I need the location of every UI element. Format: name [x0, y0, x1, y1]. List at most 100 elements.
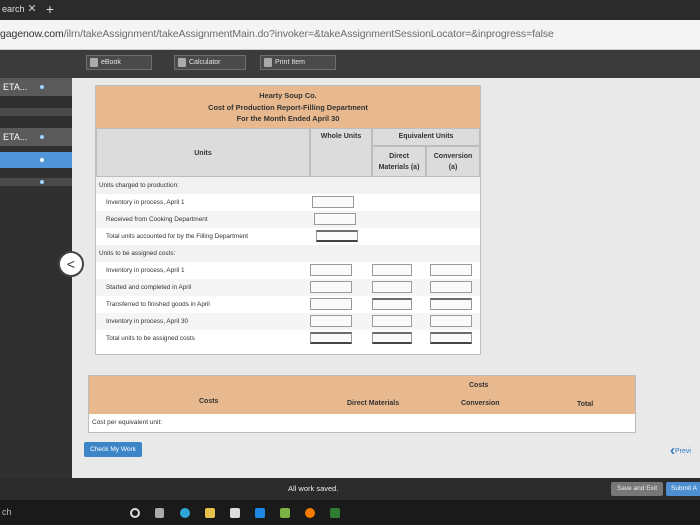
app-icon[interactable] — [280, 508, 290, 518]
costs-top-header: Costs — [89, 376, 635, 394]
status-dot-icon — [40, 180, 44, 184]
conversion-header: Conversion (a) — [426, 146, 480, 177]
edge-icon[interactable] — [180, 508, 190, 518]
costs-table: Costs Costs Direct Materials Conversion … — [88, 375, 636, 433]
status-bar: All work saved. Save and Exit Submit A — [0, 478, 700, 500]
company-name: Hearty Soup Co. — [259, 91, 317, 100]
units-column-header: Units — [96, 128, 310, 177]
table-row: Inventory in process, April 1 — [96, 262, 480, 279]
whole-units-started-completed-input[interactable] — [310, 281, 352, 293]
file-explorer-icon[interactable] — [205, 508, 215, 518]
report-header: Hearty Soup Co. Cost of Production Repor… — [96, 86, 480, 128]
ebook-label: eBook — [101, 59, 121, 66]
table-row: Received from Cooking Department — [96, 211, 480, 228]
whole-units-inventory-april1-input[interactable] — [312, 196, 354, 208]
print-item-button[interactable]: Print Item — [260, 55, 336, 70]
direct-materials-inventory-april30-input[interactable] — [372, 315, 412, 327]
sidebar-item-label: ETA... — [3, 132, 28, 142]
conversion-total-input[interactable] — [430, 332, 472, 344]
task-view-icon[interactable] — [155, 508, 164, 518]
conversion-inventory-april1-input[interactable] — [430, 264, 472, 276]
store-icon[interactable] — [230, 508, 240, 518]
conversion-label: Conversion — [433, 153, 473, 160]
sidebar-separator — [0, 108, 72, 116]
conversion-col-label: Conversion — [461, 400, 500, 407]
browser-tab-bar: earch ✕ + — [0, 0, 700, 20]
costs-col-label: Costs — [199, 398, 219, 405]
new-tab-icon[interactable]: + — [42, 1, 58, 17]
whole-units-inventory-april30-input[interactable] — [310, 315, 352, 327]
whole-units-transferred-input[interactable] — [310, 298, 352, 310]
report-period: For the Month Ended April 30 — [236, 114, 340, 123]
question-sidebar: ETA... ETA... — [0, 78, 72, 500]
assignment-toolbar: eBook Calculator Print Item — [0, 50, 700, 78]
print-icon — [264, 58, 272, 67]
print-label: Print Item — [275, 59, 305, 66]
conversion-transferred-input[interactable] — [430, 298, 472, 310]
report-title: Cost of Production Report-Filling Depart… — [208, 102, 368, 112]
direct-materials-transferred-input[interactable] — [372, 298, 412, 310]
url-path: /ilrn/takeAssignment/takeAssignmentMain.… — [63, 28, 554, 40]
row-label: Inventory in process, April 30 — [106, 318, 189, 325]
previous-button[interactable]: ‹Previ — [670, 443, 700, 459]
section-units-assigned: Units to be assigned costs: — [96, 245, 480, 262]
table-row: Total units to be assigned costs — [96, 330, 480, 347]
row-label: Started and completed in April — [106, 284, 192, 291]
conversion-started-completed-input[interactable] — [430, 281, 472, 293]
whole-units-total-assigned-input[interactable] — [310, 332, 352, 344]
row-label: Received from Cooking Department — [106, 216, 208, 223]
chevron-left-icon[interactable]: < — [58, 251, 84, 277]
submit-button[interactable]: Submit A — [666, 482, 700, 496]
whole-units-inventory-april1-assigned-input[interactable] — [310, 264, 352, 276]
sidebar-item-active[interactable] — [0, 152, 72, 168]
save-and-exit-button[interactable]: Save and Exit — [611, 482, 663, 496]
ebook-button[interactable]: eBook — [86, 55, 152, 70]
direct-materials-total-input[interactable] — [372, 332, 412, 344]
cost-per-unit-row: Cost per equivalent unit: — [89, 414, 635, 432]
direct-materials-inventory-april1-input[interactable] — [372, 264, 412, 276]
calculator-button[interactable]: Calculator — [174, 55, 246, 70]
whole-units-header: Whole Units — [310, 128, 372, 177]
row-label: Total units accounted for by the Filling… — [106, 233, 249, 240]
excel-icon[interactable] — [330, 508, 340, 518]
row-label: Cost per equivalent unit: — [92, 419, 163, 426]
status-dot-icon — [40, 135, 44, 139]
mail-icon[interactable] — [255, 508, 265, 518]
conversion-inventory-april30-input[interactable] — [430, 315, 472, 327]
status-dot-icon — [40, 158, 44, 162]
direct-label: Direct — [389, 153, 409, 160]
table-row: Inventory in process, April 30 — [96, 313, 480, 330]
screen: earch ✕ + gagenow.com/ilrn/takeAssignmen… — [0, 0, 700, 525]
sidebar-item-label: ETA... — [3, 82, 28, 92]
table-row: Started and completed in April — [96, 279, 480, 296]
costs-column-header: Costs Direct Materials Conversion Total — [89, 394, 635, 414]
direct-materials-col-label: Direct Materials — [347, 400, 400, 407]
whole-units-received-input[interactable] — [314, 213, 356, 225]
table-row: Transferred to finished goods in April — [96, 296, 480, 313]
sidebar-item-3[interactable] — [0, 178, 72, 186]
row-label: Inventory in process, April 1 — [106, 267, 185, 274]
browser-tab[interactable]: earch ✕ — [0, 0, 40, 20]
save-status: All work saved. — [288, 484, 339, 493]
address-bar[interactable]: gagenow.com/ilrn/takeAssignment/takeAssi… — [0, 20, 700, 50]
row-label: Total units to be assigned costs — [106, 335, 195, 342]
total-col-label: Total — [577, 401, 594, 408]
taskbar-search[interactable]: ch — [2, 507, 12, 517]
direct-materials-header: Direct Materials (a) — [372, 146, 426, 177]
os-taskbar: ch — [0, 500, 700, 525]
firefox-icon[interactable] — [305, 508, 315, 518]
section-label: Units to be assigned costs: — [99, 250, 176, 257]
close-icon[interactable]: ✕ — [26, 3, 38, 15]
whole-units-total-accounted-input[interactable] — [316, 230, 358, 242]
browser-tab-label: earch — [2, 4, 25, 14]
sidebar-item-1[interactable]: ETA... — [0, 78, 72, 96]
materials-label: Materials (a) — [378, 164, 420, 171]
costs-top-label: Costs — [469, 382, 489, 389]
sidebar-item-2[interactable]: ETA... — [0, 128, 72, 146]
direct-materials-started-completed-input[interactable] — [372, 281, 412, 293]
url-text[interactable]: gagenow.com/ilrn/takeAssignment/takeAssi… — [0, 28, 554, 40]
calculator-label: Calculator — [189, 59, 221, 66]
cortana-icon[interactable] — [130, 508, 140, 518]
conversion-a-label: (a) — [448, 164, 458, 171]
check-my-work-button[interactable]: Check My Work — [84, 442, 142, 457]
